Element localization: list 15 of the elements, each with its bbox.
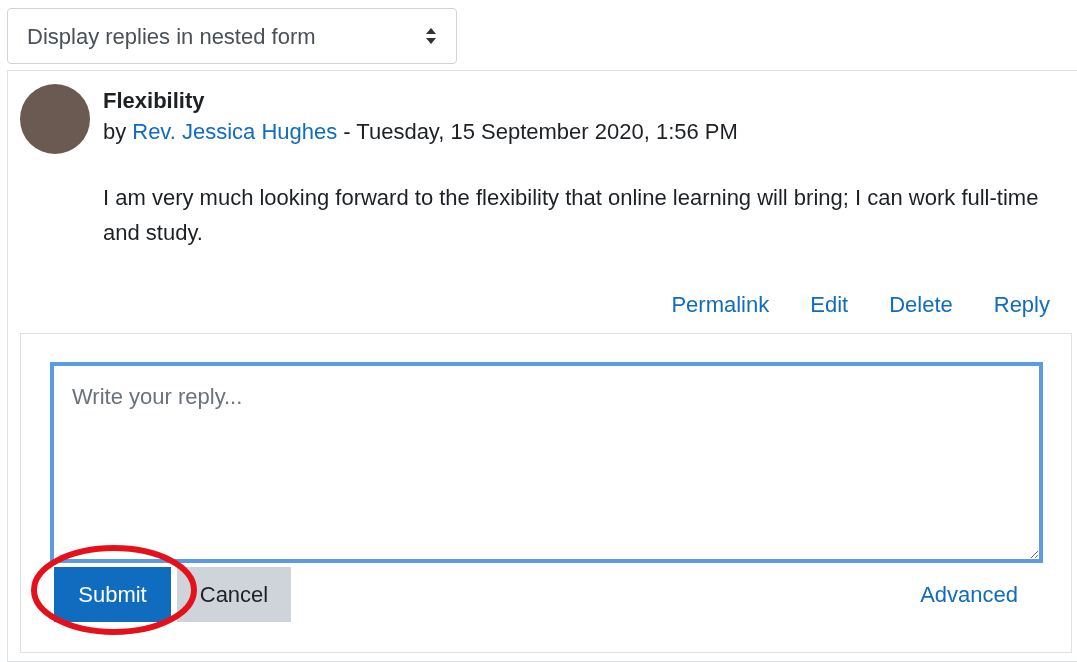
post-subject: Flexibility bbox=[103, 87, 206, 115]
post-action-link[interactable]: Edit bbox=[810, 288, 849, 321]
post-action-link[interactable]: Reply bbox=[993, 288, 1050, 321]
cancel-button[interactable]: Cancel bbox=[177, 567, 291, 622]
post-message: I am very much looking forward to the flexibility that online learning will bring; I can work full-time and study. bbox=[103, 184, 1040, 247]
author-link[interactable]: Rev. Jessica Hughes bbox=[132, 115, 338, 149]
byline-label: by bbox=[103, 118, 127, 146]
submit-button[interactable]: Submit bbox=[54, 567, 171, 622]
sort-caret-icon bbox=[425, 27, 437, 45]
post-action-link[interactable]: Delete bbox=[889, 288, 953, 321]
post-action-link[interactable]: Permalink bbox=[671, 288, 770, 321]
reply-input-field[interactable]: Write your reply... bbox=[50, 362, 1043, 563]
post-date: - Tuesday, 15 September 2020, 1:56 PM bbox=[343, 118, 738, 146]
advanced-link[interactable]: Advanced bbox=[920, 578, 1018, 611]
display-mode-select[interactable]: Display replies in nested form bbox=[7, 8, 457, 64]
